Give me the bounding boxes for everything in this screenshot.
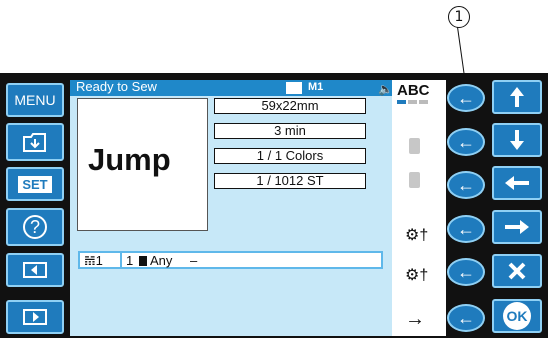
bobbin-minus-icon[interactable] (409, 172, 420, 188)
needle-small-icon: 𝌩 (84, 253, 96, 268)
arrow-right-icon (505, 220, 529, 234)
next-page-button[interactable] (6, 300, 64, 334)
help-icon: ? (23, 215, 47, 239)
back-arrow-icon: ← (457, 131, 475, 152)
back-arrow-icon: ← (457, 218, 475, 239)
abc-label: ABC (397, 82, 430, 99)
set-button-label: SET (18, 175, 52, 193)
spool-needle-icon[interactable]: ⚙† (405, 225, 428, 245)
spool-back-icon[interactable]: ⚙† (405, 265, 428, 285)
arrow-left-icon (505, 176, 529, 190)
folder-button[interactable] (6, 123, 64, 161)
back-arrow-icon: ← (457, 261, 475, 282)
ok-button[interactable]: OK (492, 299, 542, 333)
cancel-button[interactable] (492, 254, 542, 288)
ok-icon: OK (503, 302, 531, 330)
oval-back-button-5[interactable]: ← (447, 258, 485, 286)
close-icon (508, 262, 526, 280)
prev-page-button[interactable] (6, 253, 64, 287)
prev-page-icon (23, 262, 47, 278)
memory-label: M1 (308, 81, 324, 93)
back-arrow-icon: ← (457, 87, 475, 108)
arrow-up-icon (510, 87, 524, 107)
function-column (392, 80, 446, 336)
arrow-down-icon (510, 130, 524, 150)
menu-button-label: MENU (14, 92, 56, 108)
callout-number: 1 (448, 6, 470, 28)
thread-dash: – (190, 253, 198, 268)
thread-index: 1 (126, 253, 134, 268)
size-field: 59x22mm (214, 98, 366, 114)
advance-arrow-icon[interactable]: → (405, 308, 425, 331)
status-text: Ready to Sew (76, 79, 157, 94)
stitch-count-field: 1 / 1012 ST (214, 173, 366, 189)
up-button[interactable] (492, 80, 542, 114)
speaker-icon: 🔈 (378, 82, 393, 96)
ok-label: OK (506, 308, 528, 324)
oval-back-button-2[interactable]: ← (447, 128, 485, 156)
help-button[interactable]: ? (6, 208, 64, 246)
oval-back-button-4[interactable]: ← (447, 215, 485, 243)
time-field: 3 min (214, 123, 366, 139)
needle-number: 𝌩1 (84, 253, 103, 268)
next-page-icon (23, 309, 47, 325)
oval-back-button-1[interactable]: ← (447, 84, 485, 112)
folder-arrow-icon (23, 133, 46, 152)
back-arrow-icon: ← (457, 174, 475, 195)
back-arrow-icon: ← (457, 307, 475, 328)
abc-indicator-2 (408, 100, 417, 104)
thread-color-name: Any (150, 253, 173, 268)
thread-bar-divider (120, 251, 122, 269)
help-label: ? (29, 216, 40, 237)
abc-indicator-3 (419, 100, 428, 104)
left-button[interactable] (492, 166, 542, 200)
oval-back-button-3[interactable]: ← (447, 171, 485, 199)
oval-back-button-6[interactable]: ← (447, 304, 485, 332)
memory-icon (286, 82, 302, 94)
abc-indicator-1 (397, 100, 406, 104)
set-button[interactable]: SET (6, 167, 64, 201)
thread-spool-icon (139, 256, 147, 266)
preview-label: Jump (88, 142, 171, 177)
colors-field: 1 / 1 Colors (214, 148, 366, 164)
bobbin-plus-icon[interactable] (409, 138, 420, 154)
down-button[interactable] (492, 123, 542, 157)
right-button[interactable] (492, 210, 542, 244)
menu-button[interactable]: MENU (6, 83, 64, 117)
thread-bar (78, 251, 383, 269)
